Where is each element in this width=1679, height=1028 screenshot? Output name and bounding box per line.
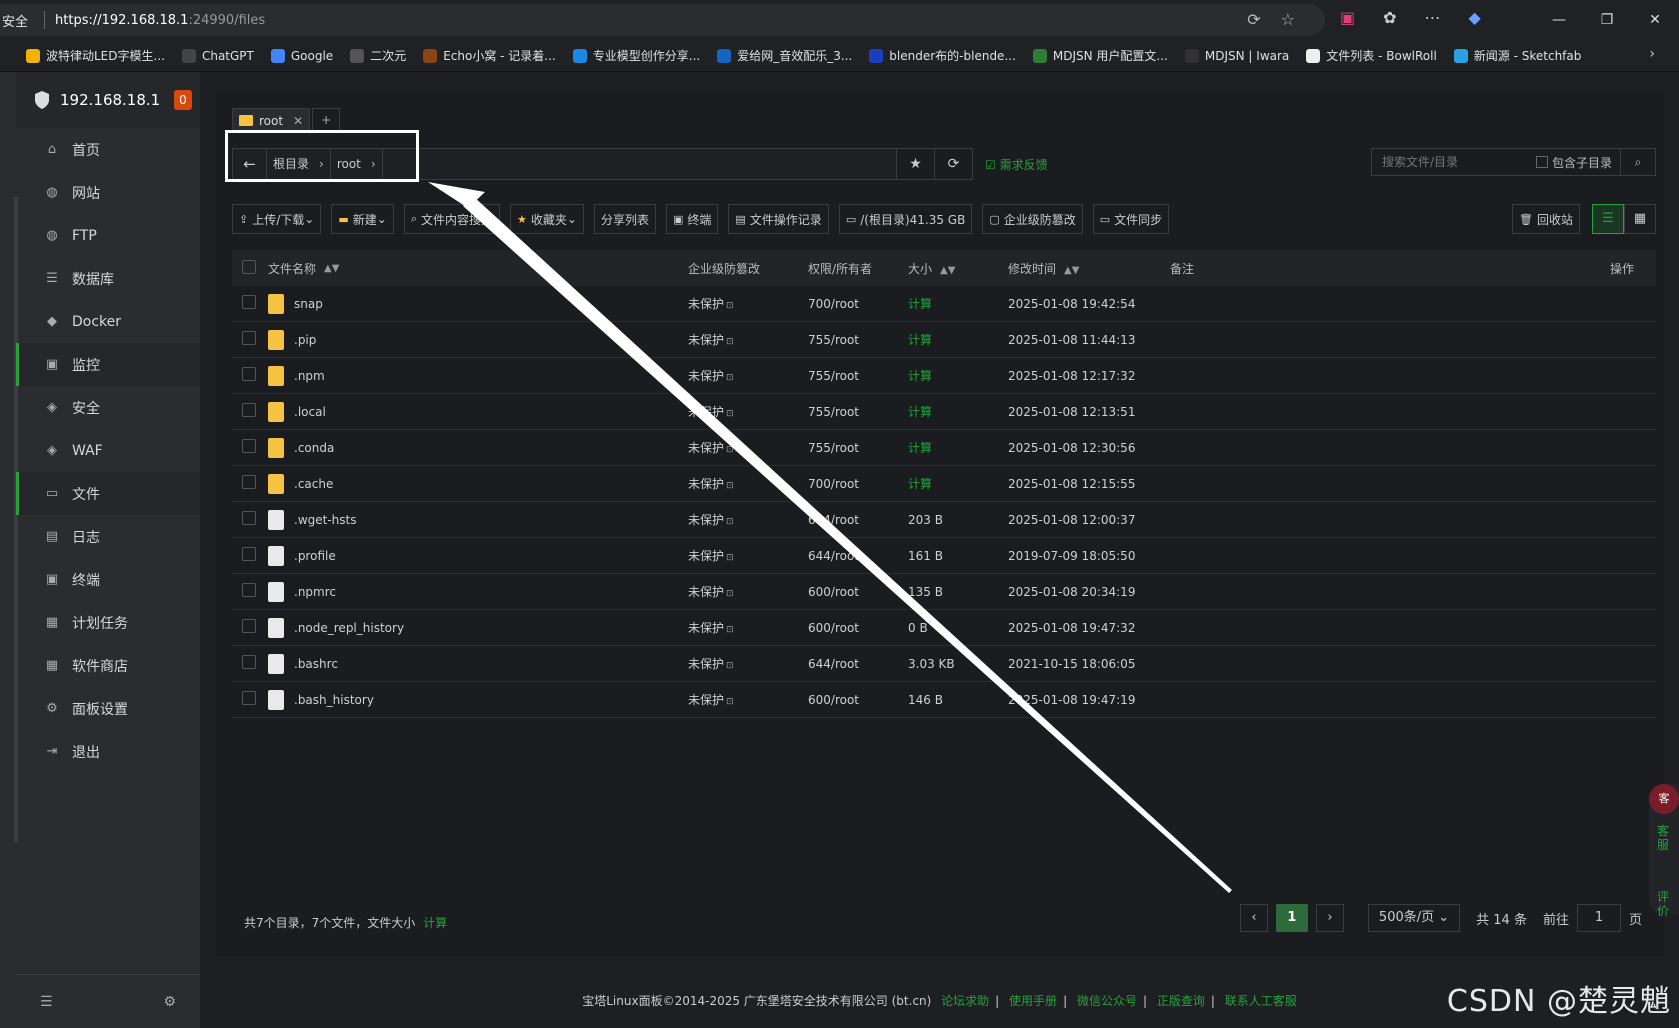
divider: |: [995, 994, 1000, 1008]
review-label: 评价: [1657, 890, 1670, 918]
divider: |: [1142, 994, 1147, 1008]
watermark: CSDN @楚灵魈: [1446, 984, 1671, 1019]
annotation-arrow: [428, 182, 1232, 893]
manual-link[interactable]: 使用手册: [1009, 994, 1057, 1008]
arrow-shaft: [463, 196, 1232, 893]
license-link[interactable]: 正版查询: [1157, 994, 1205, 1008]
review-widget[interactable]: 评价: [1649, 890, 1679, 950]
divider: |: [1063, 994, 1068, 1008]
service-label: 客服: [1657, 824, 1670, 852]
service-avatar-icon: 客: [1649, 784, 1679, 814]
support-link[interactable]: 联系人工客服: [1225, 994, 1297, 1008]
copyright-text: 宝塔Linux面板©2014-2025 广东堡塔安全技术有限公司 (bt.cn): [582, 994, 932, 1008]
wechat-link[interactable]: 微信公众号: [1077, 994, 1137, 1008]
forum-link[interactable]: 论坛求助: [941, 994, 989, 1008]
divider: |: [1210, 994, 1215, 1008]
